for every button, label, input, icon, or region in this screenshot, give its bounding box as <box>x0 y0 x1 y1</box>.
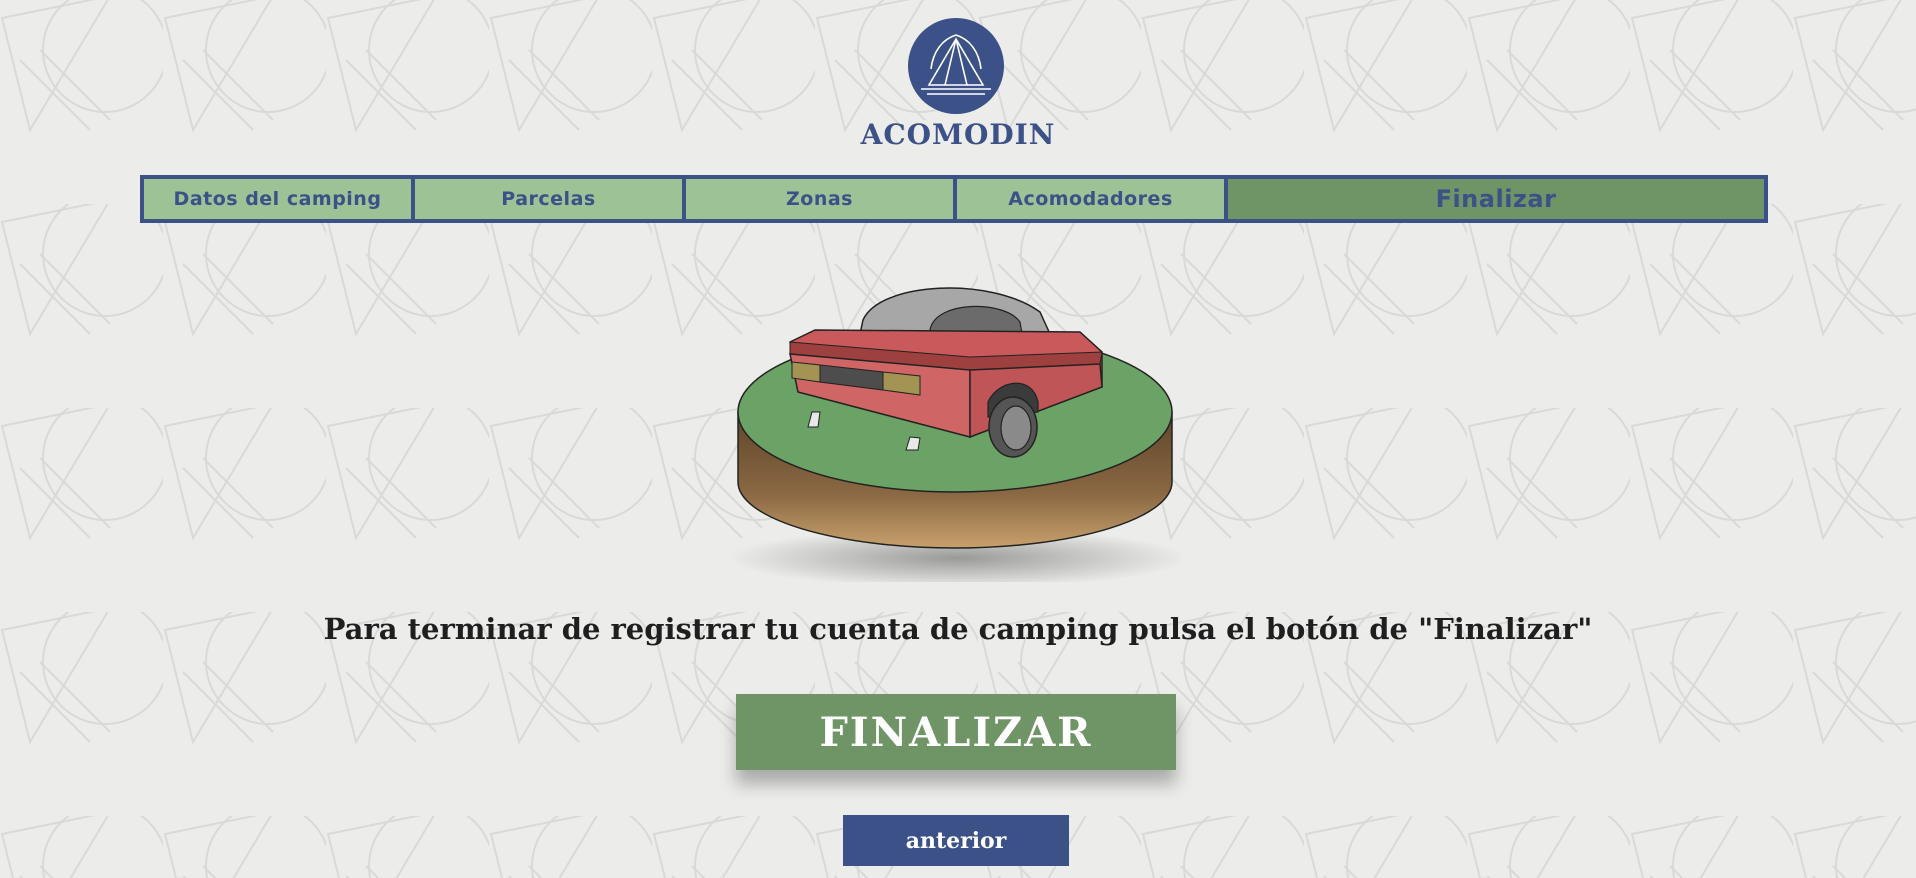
previous-button[interactable]: anterior <box>843 815 1069 866</box>
tab-acomodadores[interactable]: Acomodadores <box>953 175 1228 223</box>
tab-zonas[interactable]: Zonas <box>682 175 957 223</box>
tab-parcelas[interactable]: Parcelas <box>411 175 686 223</box>
finish-instruction-text: Para terminar de registrar tu cuenta de … <box>323 612 1593 646</box>
brand-name: ACOMODIN <box>860 118 1056 151</box>
tent-mountain-logo-icon <box>908 18 1004 114</box>
wizard-nav: Datos del camping Parcelas Zonas Acomoda… <box>140 175 1772 223</box>
tab-datos-del-camping[interactable]: Datos del camping <box>140 175 415 223</box>
finalize-button[interactable]: FINALIZAR <box>736 694 1176 770</box>
camper-trailer-on-grass-icon <box>728 287 1180 582</box>
tab-finalizar[interactable]: Finalizar <box>1224 175 1768 223</box>
page: ACOMODIN Datos del camping Parcelas Zona… <box>0 0 1916 878</box>
